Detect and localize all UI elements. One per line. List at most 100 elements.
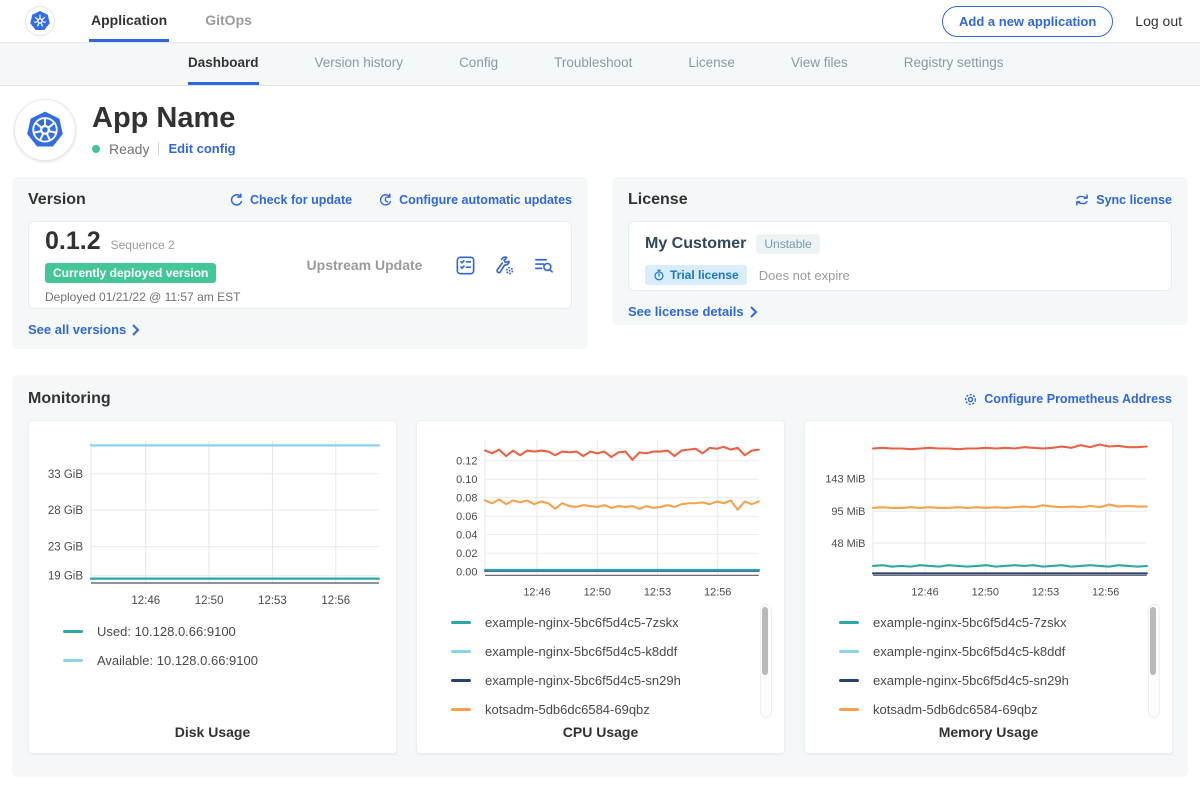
- configure-prometheus-link[interactable]: Configure Prometheus Address: [963, 392, 1172, 407]
- license-card: License Sync license My Customer Unstabl…: [612, 177, 1188, 325]
- kubernetes-logo-icon: [25, 6, 55, 36]
- memory-usage-plot: 12:4612:5012:5312:5648 MiB95 MiB143 MiB: [813, 429, 1165, 602]
- version-card: Version Check for update Configure au: [12, 177, 588, 349]
- legend-item: example-nginx-5bc6f5d4c5-sn29h: [451, 666, 758, 695]
- clock-refresh-icon: [378, 193, 393, 208]
- currently-deployed-badge: Currently deployed version: [45, 263, 216, 283]
- sync-arrows-icon: [1074, 193, 1090, 207]
- legend-item: example-nginx-5bc6f5d4c5-7zskx: [451, 608, 758, 637]
- svg-text:0.00: 0.00: [456, 566, 477, 578]
- svg-text:0.04: 0.04: [456, 530, 477, 542]
- memory-usage-legend: example-nginx-5bc6f5d4c5-7zskx example-ng…: [813, 602, 1164, 724]
- svg-text:12:56: 12:56: [321, 595, 350, 607]
- legend-swatch: [839, 708, 859, 711]
- chart-cpu-usage: 12:4612:5012:5312:560.000.020.040.060.08…: [416, 420, 785, 754]
- stopwatch-icon: [653, 269, 665, 281]
- channel-badge: Unstable: [756, 234, 819, 254]
- version-card-title: Version: [28, 191, 86, 209]
- legend-label: example-nginx-5bc6f5d4c5-7zskx: [485, 615, 679, 630]
- gear-icon: [963, 392, 978, 407]
- edit-config-link[interactable]: Edit config: [168, 141, 235, 156]
- svg-text:0.08: 0.08: [456, 493, 477, 505]
- legend-label: example-nginx-5bc6f5d4c5-sn29h: [485, 673, 681, 688]
- tab-troubleshoot[interactable]: Troubleshoot: [554, 43, 632, 85]
- legend-label: example-nginx-5bc6f5d4c5-k8ddf: [873, 644, 1065, 659]
- svg-text:0.12: 0.12: [456, 456, 477, 468]
- svg-text:33 GiB: 33 GiB: [48, 469, 83, 481]
- status-dot: [92, 145, 100, 153]
- status-text: Ready: [109, 141, 149, 157]
- legend-swatch: [839, 679, 859, 682]
- svg-text:19 GiB: 19 GiB: [48, 571, 83, 583]
- legend-scrollbar-thumb[interactable]: [1150, 607, 1156, 675]
- legend-item: kotsadm-5db6dc6584-69qbz: [451, 695, 758, 724]
- app-sub-nav: Dashboard Version history Config Trouble…: [0, 43, 1200, 86]
- legend-label: Used: 10.128.0.66:9100: [97, 624, 236, 639]
- svg-text:12:53: 12:53: [644, 586, 671, 598]
- tab-version-history[interactable]: Version history: [315, 43, 404, 85]
- svg-text:23 GiB: 23 GiB: [48, 542, 83, 554]
- legend-item: Used: 10.128.0.66:9100: [63, 617, 370, 646]
- legend-item: example-nginx-5bc6f5d4c5-7zskx: [839, 608, 1146, 637]
- license-detail-card: My Customer Unstable Trial license Does …: [628, 221, 1172, 291]
- svg-text:0.06: 0.06: [456, 511, 477, 523]
- charts-row: 12:46 12:50 12:53 12:56 19 GiB 23 GiB 28 GiB 33…: [28, 420, 1172, 754]
- svg-text:12:53: 12:53: [1032, 586, 1059, 598]
- view-files-diff-icon[interactable]: [532, 254, 555, 277]
- svg-text:12:46: 12:46: [523, 586, 550, 598]
- preflight-checks-icon[interactable]: [454, 254, 477, 277]
- tab-view-files[interactable]: View files: [791, 43, 848, 85]
- svg-text:28 GiB: 28 GiB: [48, 505, 83, 517]
- legend-swatch: [63, 659, 83, 662]
- legend-swatch: [451, 650, 471, 653]
- monitoring-title: Monitoring: [28, 390, 111, 408]
- see-all-versions-link[interactable]: See all versions: [28, 322, 140, 337]
- svg-text:12:46: 12:46: [911, 586, 938, 598]
- version-source-label: Upstream Update: [275, 257, 454, 273]
- see-license-details-link[interactable]: See license details: [628, 304, 758, 319]
- license-expiry: Does not expire: [759, 268, 850, 283]
- customer-name: My Customer: [645, 235, 746, 253]
- page-title: App Name: [92, 103, 236, 135]
- legend-swatch: [451, 708, 471, 711]
- chart-memory-usage: 12:4612:5012:5312:5648 MiB95 MiB143 MiB …: [804, 420, 1173, 754]
- top-nav: Application GitOps Add a new application…: [0, 0, 1200, 43]
- add-application-button[interactable]: Add a new application: [942, 6, 1113, 37]
- legend-item: kotsadm-5db6dc6584-69qbz: [839, 695, 1146, 724]
- legend-swatch: [839, 621, 859, 624]
- disk-usage-legend: Used: 10.128.0.66:9100Available: 10.128.…: [37, 611, 388, 675]
- chart-title: Disk Usage: [37, 724, 388, 740]
- tab-registry-settings[interactable]: Registry settings: [904, 43, 1004, 85]
- sync-license-link[interactable]: Sync license: [1074, 193, 1172, 207]
- svg-text:12:50: 12:50: [584, 586, 611, 598]
- trial-license-badge: Trial license: [645, 265, 747, 285]
- legend-swatch: [451, 621, 471, 624]
- legend-scrollbar-thumb[interactable]: [762, 607, 768, 675]
- deployed-timestamp: Deployed 01/21/22 @ 11:57 am EST: [45, 290, 275, 304]
- legend-label: example-nginx-5bc6f5d4c5-k8ddf: [485, 644, 677, 659]
- legend-scrollbar[interactable]: [760, 604, 772, 718]
- legend-label: kotsadm-5db6dc6584-69qbz: [873, 702, 1038, 717]
- topnav-tab-gitops[interactable]: GitOps: [203, 0, 254, 42]
- legend-label: example-nginx-5bc6f5d4c5-sn29h: [873, 673, 1069, 688]
- chart-disk-usage: 12:4612:5012:5312:5619 GiB23 GiB28 GiB33…: [28, 420, 397, 754]
- tab-dashboard[interactable]: Dashboard: [188, 43, 259, 85]
- refresh-icon: [229, 193, 244, 208]
- legend-item: example-nginx-5bc6f5d4c5-sn29h: [839, 666, 1146, 695]
- configure-automatic-updates-link[interactable]: Configure automatic updates: [378, 193, 572, 208]
- legend-item: example-nginx-5bc6f5d4c5-k8ddf: [839, 637, 1146, 666]
- topnav-tab-application[interactable]: Application: [89, 0, 169, 42]
- chart-title: Memory Usage: [813, 724, 1164, 740]
- chart-title: CPU Usage: [425, 724, 776, 740]
- check-for-update-link[interactable]: Check for update: [229, 193, 352, 208]
- logout-button[interactable]: Log out: [1135, 13, 1182, 29]
- tab-license[interactable]: License: [688, 43, 735, 85]
- config-wrench-icon[interactable]: [493, 254, 516, 277]
- version-sequence: Sequence 2: [111, 238, 175, 252]
- svg-text:143 MiB: 143 MiB: [825, 474, 865, 486]
- svg-text:12:56: 12:56: [704, 586, 731, 598]
- tab-config[interactable]: Config: [459, 43, 498, 85]
- cpu-usage-legend: example-nginx-5bc6f5d4c5-7zskx example-ng…: [425, 602, 776, 724]
- legend-scrollbar[interactable]: [1148, 604, 1160, 718]
- app-header: App Name Ready Edit config: [0, 86, 1200, 173]
